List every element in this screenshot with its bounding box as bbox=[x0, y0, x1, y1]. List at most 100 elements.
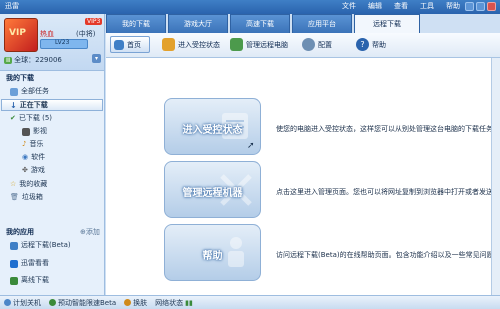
kankan-icon bbox=[10, 259, 18, 268]
sidebar-item-label: 影视 bbox=[33, 127, 47, 135]
main-content: 进入受控状态 ➚ 使您的电脑进入受控状态，这样您可以从别处管理这台电脑的下载任务… bbox=[106, 58, 500, 295]
avatar[interactable]: VIP bbox=[4, 18, 38, 52]
sidebar-item-downloading[interactable]: ↓ 正在下载 bbox=[10, 100, 48, 111]
sidebar-item-label: 音乐 bbox=[29, 140, 44, 148]
sidebar-item-games[interactable]: ✤ 游戏 bbox=[22, 165, 45, 176]
tab-high-speed[interactable]: 高速下载 bbox=[230, 14, 290, 33]
skin-button[interactable]: 换肤 bbox=[124, 298, 147, 308]
score-text: 全球：229006 bbox=[14, 56, 62, 64]
remote-icon bbox=[10, 241, 18, 250]
speed-icon bbox=[49, 299, 56, 306]
enter-control-card-label: 进入受控状态 bbox=[182, 125, 243, 136]
control-icon bbox=[162, 38, 175, 51]
tab-remote-download[interactable]: 远程下载 bbox=[354, 14, 420, 33]
menu-bar: 文件 编辑 查看 工具 帮助 bbox=[342, 1, 460, 11]
network-status[interactable]: 网络状态 ▮▮ bbox=[155, 298, 193, 308]
shutdown-label: 计划关机 bbox=[13, 298, 41, 307]
help-card[interactable]: 帮助 bbox=[164, 224, 261, 281]
offline-icon bbox=[10, 276, 18, 285]
scheduled-shutdown-button[interactable]: 计划关机 bbox=[4, 298, 41, 308]
sidebar-item-favorites[interactable]: ☆ 我的收藏 bbox=[10, 179, 47, 190]
power-icon bbox=[4, 299, 11, 306]
status-bar: 计划关机 预动智能限速Beta 换肤 网络状态 ▮▮ bbox=[0, 295, 500, 309]
settings-label: 配置 bbox=[318, 40, 332, 49]
manage-remote-button[interactable]: 管理远程电脑 bbox=[230, 38, 288, 51]
app-item-remote-download[interactable]: 远程下载(Beta) bbox=[10, 240, 71, 251]
home-icon bbox=[114, 39, 124, 50]
network-label: 网络状态 bbox=[155, 298, 184, 307]
sidebar-item-label: 全部任务 bbox=[21, 87, 49, 95]
tab-game-hall[interactable]: 游戏大厅 bbox=[168, 14, 228, 33]
list-icon bbox=[10, 87, 18, 96]
enter-control-desc: 使您的电脑进入受控状态，这样您可以从别处管理这台电脑的下载任务。 bbox=[276, 125, 500, 133]
sidebar-item-video[interactable]: 影视 bbox=[22, 126, 47, 137]
sidebar-item-downloaded[interactable]: ✔ 已下载 (5) bbox=[10, 113, 52, 124]
close-button[interactable] bbox=[487, 2, 496, 11]
score-badge-icon: Ⅲ bbox=[4, 57, 13, 64]
minimize-button[interactable] bbox=[465, 2, 474, 11]
sidebar-item-music[interactable]: ♪ 音乐 bbox=[22, 139, 43, 150]
menu-file[interactable]: 文件 bbox=[342, 1, 356, 11]
sidebar-item-software[interactable]: ◉ 软件 bbox=[22, 152, 45, 163]
settings-button[interactable]: 配置 bbox=[302, 38, 332, 51]
tab-my-downloads[interactable]: 我的下载 bbox=[106, 14, 166, 33]
section-my-downloads: 我的下载 bbox=[6, 74, 34, 82]
signal-icon: ▮▮ bbox=[185, 298, 193, 307]
arrow-down-icon: ↓ bbox=[10, 101, 17, 110]
window-title: 迅雷 bbox=[5, 2, 19, 10]
film-icon bbox=[22, 127, 30, 136]
add-app-button[interactable]: ⊕添加 bbox=[80, 227, 100, 237]
sidebar-item-trash[interactable]: 🗑 垃圾箱 bbox=[10, 192, 43, 203]
app-item-xunlei-kankan[interactable]: 迅雷看看 bbox=[10, 258, 49, 269]
sidebar-item-all-tasks[interactable]: 全部任务 bbox=[10, 86, 49, 97]
smart-speed-label: 预动智能限速Beta bbox=[58, 298, 117, 307]
app-item-offline-download[interactable]: 离线下载 bbox=[10, 275, 49, 286]
menu-help[interactable]: 帮助 bbox=[446, 1, 460, 11]
manage-remote-desc: 点击这里进入管理页面。您也可以将网址复制到浏览器中打开或者发送给朋友 bbox=[276, 188, 500, 196]
menu-view[interactable]: 查看 bbox=[394, 1, 408, 11]
user-score: Ⅲ 全球：229006 bbox=[4, 55, 62, 65]
trash-icon: 🗑 bbox=[10, 193, 19, 201]
sidebar-item-label: 正在下载 bbox=[19, 101, 48, 109]
help-desc: 访问远程下载(Beta)的在线帮助页面。包含功能介绍以及一些常见问题解答 bbox=[276, 251, 500, 259]
help-card-label: 帮助 bbox=[202, 251, 223, 262]
maximize-button[interactable] bbox=[476, 2, 485, 11]
music-icon: ♪ bbox=[22, 140, 27, 148]
home-button[interactable]: 首页 bbox=[110, 36, 150, 53]
vertical-scrollbar[interactable] bbox=[491, 58, 500, 295]
enter-control-button[interactable]: 进入受控状态 bbox=[162, 38, 220, 51]
manage-remote-card[interactable]: 管理远程机器 bbox=[164, 161, 261, 218]
tab-bar: 我的下载 游戏大厅 高速下载 应用平台 远程下载 bbox=[106, 14, 500, 33]
section-my-apps: 我的应用 bbox=[6, 228, 34, 236]
enter-control-label: 进入受控状态 bbox=[178, 40, 220, 49]
user-rank: (中将) bbox=[76, 30, 96, 38]
vip-badge: VIP3 bbox=[85, 18, 103, 25]
remote-computer-icon bbox=[230, 38, 243, 51]
check-icon: ✔ bbox=[10, 114, 16, 122]
gear-icon bbox=[302, 38, 315, 51]
sidebar-item-label: 垃圾箱 bbox=[21, 193, 43, 201]
enter-control-card[interactable]: 进入受控状态 ➚ bbox=[164, 98, 261, 155]
help-icon: ? bbox=[356, 38, 369, 51]
user-level: 热血 bbox=[40, 30, 54, 38]
software-icon: ◉ bbox=[22, 153, 29, 161]
menu-edit[interactable]: 编辑 bbox=[368, 1, 382, 11]
smart-speed-button[interactable]: 预动智能限速Beta bbox=[49, 298, 116, 308]
manage-remote-label: 管理远程电脑 bbox=[246, 40, 288, 49]
help-button[interactable]: ? 帮助 bbox=[356, 38, 386, 51]
app-item-label: 远程下载(Beta) bbox=[21, 241, 71, 249]
tab-app-platform[interactable]: 应用平台 bbox=[292, 14, 352, 33]
menu-tools[interactable]: 工具 bbox=[420, 1, 434, 11]
avatar-text: VIP bbox=[9, 28, 26, 38]
toolbar: 首页 进入受控状态 管理远程电脑 配置 ? 帮助 bbox=[106, 33, 500, 58]
manage-remote-card-label: 管理远程机器 bbox=[182, 188, 243, 199]
chevron-down-icon[interactable]: ▾ bbox=[92, 54, 101, 63]
cursor-icon: ➚ bbox=[247, 141, 255, 151]
window-controls bbox=[465, 2, 496, 11]
title-bar: 迅雷 文件 编辑 查看 工具 帮助 bbox=[0, 0, 500, 14]
level-progress-bar: LV23 bbox=[40, 39, 88, 49]
star-icon: ☆ bbox=[10, 180, 17, 188]
sidebar-item-label: 我的收藏 bbox=[19, 180, 48, 188]
home-label: 首页 bbox=[127, 40, 141, 49]
app-item-label: 迅雷看看 bbox=[21, 259, 49, 267]
